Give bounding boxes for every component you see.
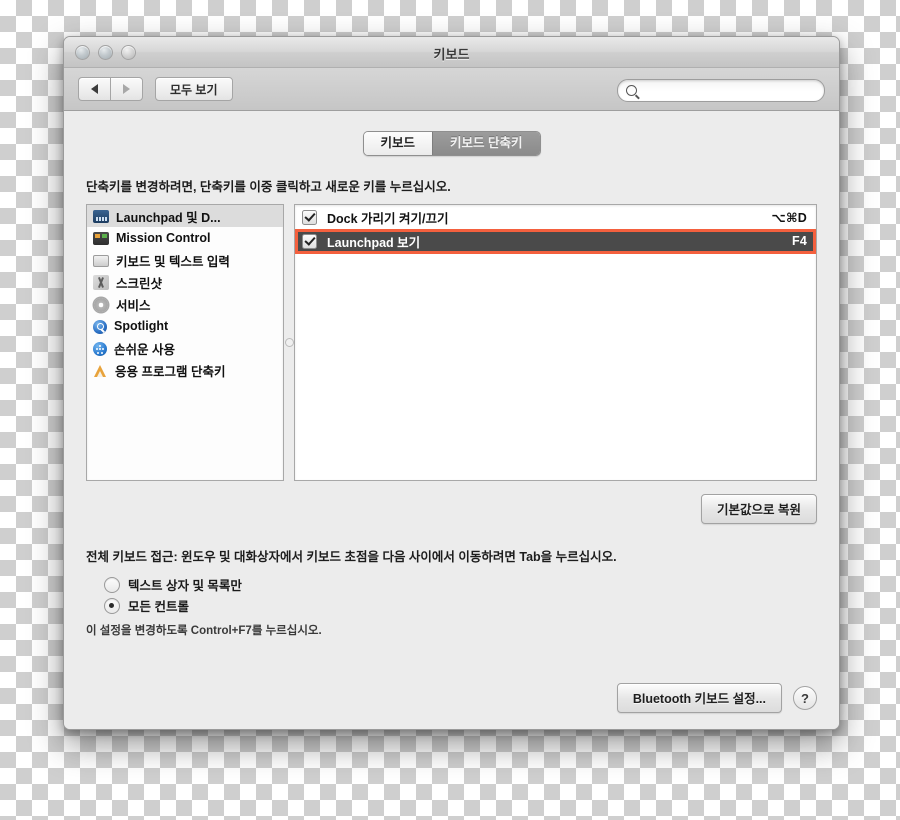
chevron-left-icon xyxy=(91,84,98,94)
sidebar-item-keyboard-text-input[interactable]: 키보드 및 텍스트 입력 xyxy=(87,249,283,271)
window-footer: Bluetooth 키보드 설정... ? xyxy=(86,683,817,729)
sidebar-item-label: 서비스 xyxy=(116,298,151,313)
chevron-right-icon xyxy=(123,84,130,94)
tab-bar: 키보드 키보드 단축키 xyxy=(86,131,817,156)
show-all-button[interactable]: 모두 보기 xyxy=(155,77,233,101)
sidebar-item-label: Launchpad 및 D... xyxy=(116,210,221,225)
shortcut-checkbox[interactable] xyxy=(302,233,317,249)
radio-label: 텍스트 상자 및 목록만 xyxy=(128,579,242,593)
sidebar-item-spotlight[interactable]: Spotlight xyxy=(87,315,283,337)
search-icon xyxy=(626,85,637,96)
keyboard-preferences-window: 키보드 모두 보기 키보드 키보드 단축키 단축키를 변경하려면, 단축키를 이… xyxy=(63,36,840,730)
sidebar-item-label: 손쉬운 사용 xyxy=(114,342,175,357)
restore-defaults-button[interactable]: 기본값으로 복원 xyxy=(701,494,817,524)
dock-icon xyxy=(93,210,109,223)
instruction-text: 단축키를 변경하려면, 단축키를 이중 클릭하고 새로운 키를 누르십시오. xyxy=(86,180,451,194)
access-note: 이 설정을 변경하도록 Control+F7를 누르십시오. xyxy=(86,625,322,637)
tab-keyboard-shortcuts[interactable]: 키보드 단축키 xyxy=(432,132,540,155)
sidebar-item-accessibility[interactable]: 손쉬운 사용 xyxy=(87,337,283,359)
sidebar-item-application-shortcuts[interactable]: 응용 프로그램 단축키 xyxy=(87,359,283,381)
sidebar-item-label: Mission Control xyxy=(116,231,211,245)
sidebar-item-screenshot[interactable]: 스크린샷 xyxy=(87,271,283,293)
tab-keyboard[interactable]: 키보드 xyxy=(363,132,433,155)
shortcut-name: Dock 가리기 켜기/끄기 xyxy=(327,211,449,226)
bluetooth-keyboard-setup-button[interactable]: Bluetooth 키보드 설정... xyxy=(616,683,782,713)
spotlight-icon xyxy=(93,319,107,334)
sidebar-item-services[interactable]: 서비스 xyxy=(87,293,283,315)
restore-row: 기본값으로 복원 xyxy=(86,494,817,524)
window-titlebar: 키보드 xyxy=(64,37,839,68)
pane-resize-handle[interactable] xyxy=(284,204,294,481)
radio-button[interactable] xyxy=(104,597,120,614)
forward-button[interactable] xyxy=(110,77,143,101)
window-title: 키보드 xyxy=(433,47,470,62)
table-row[interactable]: Dock 가리기 켜기/끄기 ⌥⌘D xyxy=(295,205,816,229)
sidebar-item-mission-control[interactable]: Mission Control xyxy=(87,227,283,249)
radio-option-all-controls[interactable]: 모든 컨트롤 xyxy=(104,595,817,616)
radio-button[interactable] xyxy=(104,576,120,593)
sidebar-item-label: 스크린샷 xyxy=(116,276,163,291)
shortcut-name: Launchpad 보기 xyxy=(327,235,421,250)
accessibility-icon xyxy=(93,341,107,356)
shortcut-list[interactable]: Dock 가리기 켜기/끄기 ⌥⌘D Launchpad 보기 F4 xyxy=(294,204,817,481)
radio-label: 모든 컨트롤 xyxy=(128,600,189,614)
toolbar: 모두 보기 xyxy=(64,68,839,111)
full-keyboard-access-options: 텍스트 상자 및 목록만 모든 컨트롤 xyxy=(86,574,817,616)
sidebar-item-label: Spotlight xyxy=(114,319,169,333)
shortcut-checkbox[interactable] xyxy=(302,209,317,225)
sidebar-item-launchpad-dock[interactable]: Launchpad 및 D... xyxy=(87,205,283,227)
sidebar-item-label: 응용 프로그램 단축키 xyxy=(115,364,226,379)
keyboard-icon xyxy=(93,255,109,267)
search-input[interactable] xyxy=(642,83,816,98)
radio-option-text-boxes-lists[interactable]: 텍스트 상자 및 목록만 xyxy=(104,574,817,595)
mission-control-icon xyxy=(93,232,109,245)
help-button[interactable]: ? xyxy=(793,686,817,710)
back-button[interactable] xyxy=(78,77,110,101)
shortcut-panes: Launchpad 및 D... Mission Control 키보드 및 텍… xyxy=(86,204,817,481)
scissors-icon xyxy=(93,274,109,290)
shortcut-key[interactable]: F4 xyxy=(792,234,807,248)
shortcut-key[interactable]: ⌥⌘D xyxy=(771,210,807,225)
table-row[interactable]: Launchpad 보기 F4 xyxy=(295,229,816,253)
sidebar-item-label: 키보드 및 텍스트 입력 xyxy=(116,254,230,269)
application-icon xyxy=(93,364,108,378)
category-list[interactable]: Launchpad 및 D... Mission Control 키보드 및 텍… xyxy=(86,204,284,481)
preferences-content: 키보드 키보드 단축키 단축키를 변경하려면, 단축키를 이중 클릭하고 새로운… xyxy=(64,111,839,729)
full-keyboard-access-description: 전체 키보드 접근: 윈도우 및 대화상자에서 키보드 초점을 다음 사이에서 … xyxy=(86,550,617,564)
navigation-segment xyxy=(78,77,143,101)
resize-grip-icon xyxy=(284,338,294,347)
gear-icon xyxy=(94,297,108,312)
search-field[interactable] xyxy=(617,79,825,102)
